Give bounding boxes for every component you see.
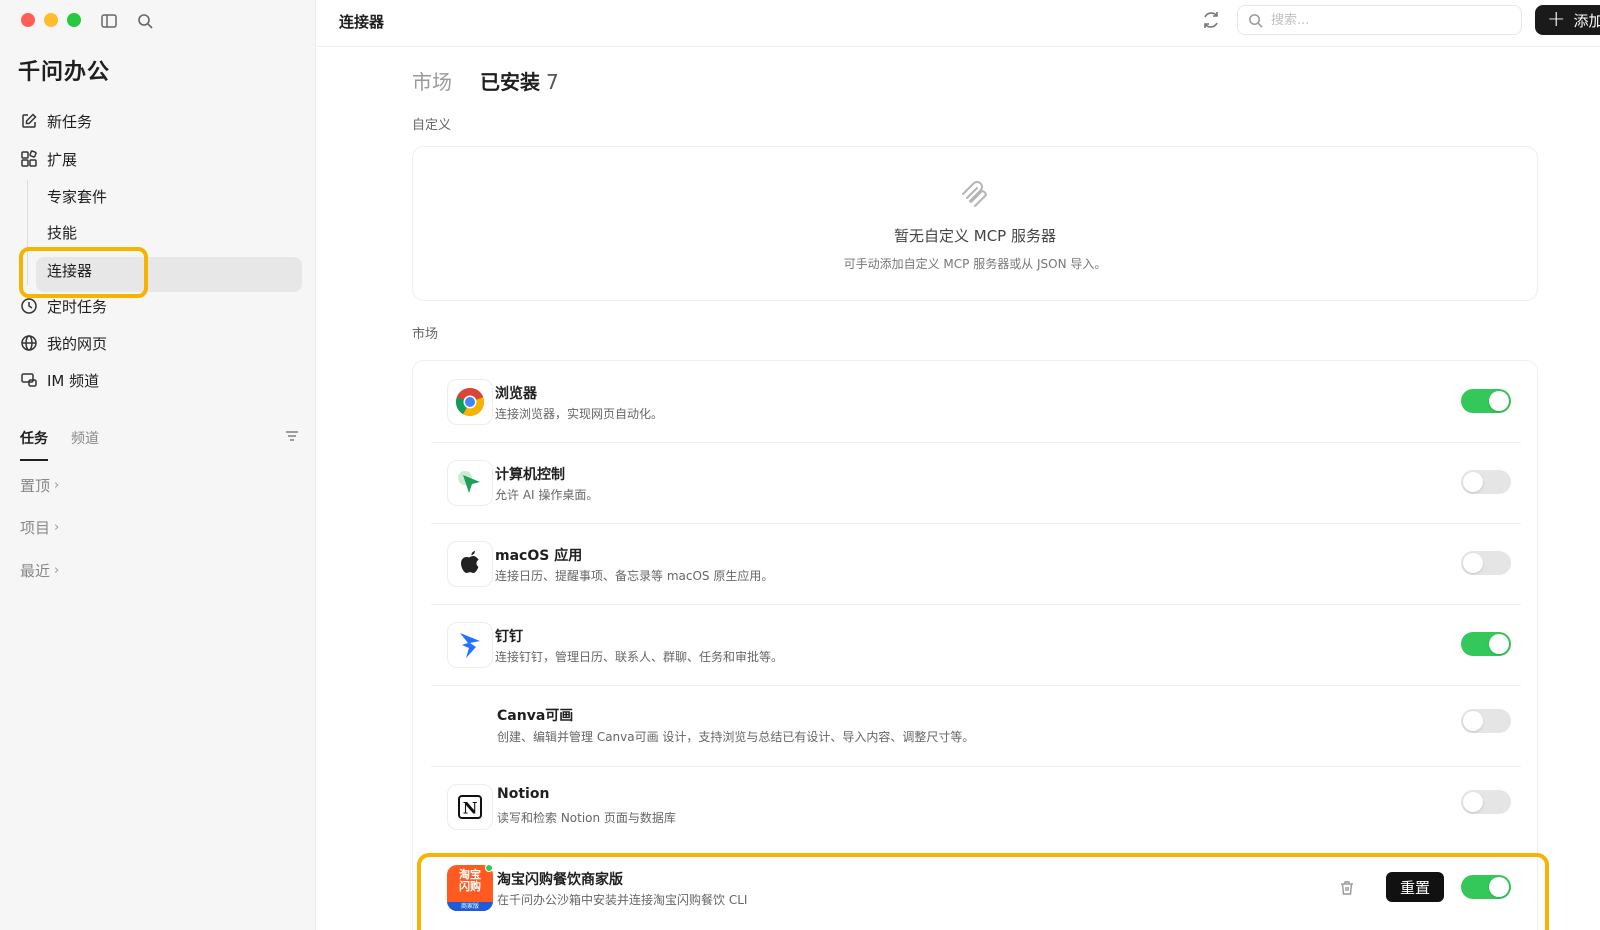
connector-toggle-browser[interactable]: [1461, 389, 1511, 413]
nav-scheduled-label: 定时任务: [47, 297, 108, 316]
connector-row-notion: N Notion 读写和检索 Notion 页面与数据库: [431, 766, 1521, 848]
connectors-highlight-annotation: [19, 247, 148, 298]
connector-toggle-notion[interactable]: [1461, 790, 1511, 814]
sidebar: 千问办公 新任务 扩展 专家套件 技能 连接器 定时任务 我的网页 IM 频道 …: [0, 0, 316, 930]
connector-row-computer-control: 计算机控制 允许 AI 操作桌面。: [431, 442, 1521, 524]
chevron-right-icon: ›: [54, 563, 60, 578]
connector-desc: 连接日历、提醒事项、备忘录等 macOS 原生应用。: [495, 569, 774, 583]
nav-new-task[interactable]: 新任务: [20, 107, 92, 135]
nav-extensions-label: 扩展: [47, 150, 78, 169]
add-button-label: 添加: [1573, 11, 1600, 30]
nav-im-channels[interactable]: IM 频道: [20, 366, 99, 394]
tab-channels[interactable]: 频道: [71, 428, 99, 448]
nav-scheduled-tasks[interactable]: 定时任务: [20, 292, 107, 320]
section-custom-label: 自定义: [412, 118, 452, 133]
window-controls: [21, 13, 81, 27]
nav-my-pages[interactable]: 我的网页: [20, 329, 107, 357]
group-recent[interactable]: 最近 ›: [20, 560, 59, 581]
edit-icon: [22, 113, 37, 128]
taobao-row-highlight-annotation: [417, 853, 1549, 930]
apple-icon: [447, 541, 493, 587]
installed-count: 7: [546, 70, 559, 94]
app-brand: 千问办公: [18, 60, 111, 85]
toggle-knob: [1463, 711, 1483, 731]
connector-desc: 连接钉钉，管理日历、联系人、群聊、任务和审批等。: [495, 650, 784, 664]
section-market-label: 市场: [412, 327, 439, 342]
connector-list: 浏览器 连接浏览器，实现网页自动化。 计算机控制 允许 AI 操作桌面。 mac…: [412, 360, 1538, 930]
nav-im-channels-label: IM 频道: [47, 371, 100, 390]
connector-row-browser: 浏览器 连接浏览器，实现网页自动化。: [431, 361, 1521, 443]
connector-row-canva: Canva可画 创建、编辑并管理 Canva可画 设计，支持浏览与总结已有设计、…: [431, 685, 1521, 767]
search-input[interactable]: [1271, 10, 1511, 30]
minimize-window-button[interactable]: [44, 13, 58, 27]
connector-name: 浏览器: [495, 386, 537, 402]
search-box: [1237, 5, 1522, 35]
connector-row-dingtalk: 钉钉 连接钉钉，管理日历、联系人、群聊、任务和审批等。: [431, 604, 1521, 686]
svg-text:N: N: [463, 799, 478, 818]
custom-mcp-card: 暂无自定义 MCP 服务器 可手动添加自定义 MCP 服务器或从 JSON 导入…: [412, 146, 1538, 301]
zoom-window-button[interactable]: [67, 13, 81, 27]
connector-desc: 创建、编辑并管理 Canva可画 设计，支持浏览与总结已有设计、导入内容、调整尺…: [497, 730, 975, 744]
page-title: 连接器: [339, 13, 385, 31]
plus-icon: +: [1547, 7, 1566, 32]
sidebar-toggle-icon[interactable]: [100, 12, 118, 30]
connector-row-macos-apps: macOS 应用 连接日历、提醒事项、备忘录等 macOS 原生应用。: [431, 523, 1521, 605]
connector-desc: 允许 AI 操作桌面。: [495, 488, 599, 502]
connector-name: 钉钉: [495, 629, 523, 645]
refresh-icon[interactable]: [1201, 10, 1221, 30]
connector-toggle-dingtalk[interactable]: [1461, 632, 1511, 656]
toggle-knob: [1489, 634, 1509, 654]
close-window-button[interactable]: [21, 13, 35, 27]
chrome-icon: [447, 379, 493, 425]
chevron-right-icon: ›: [54, 478, 60, 493]
toggle-knob: [1463, 792, 1483, 812]
tab-tasks-underline: [20, 459, 48, 461]
search-icon[interactable]: [136, 12, 154, 30]
main-tab-installed[interactable]: 已安装 7: [480, 66, 559, 95]
group-projects[interactable]: 项目 ›: [20, 517, 59, 538]
extensions-icon: [21, 150, 37, 167]
nav-new-task-label: 新任务: [47, 112, 93, 131]
add-button[interactable]: + 添加: [1535, 5, 1600, 35]
group-pinned[interactable]: 置顶 ›: [20, 475, 59, 496]
nav-my-pages-label: 我的网页: [47, 334, 108, 353]
chevron-right-icon: ›: [54, 520, 60, 535]
search-icon: [1249, 14, 1263, 28]
group-recent-label: 最近: [20, 562, 51, 580]
empty-state-desc: 可手动添加自定义 MCP 服务器或从 JSON 导入。: [843, 257, 1107, 271]
empty-state-title: 暂无自定义 MCP 服务器: [894, 227, 1056, 245]
notion-icon: N: [447, 784, 493, 830]
sidebar-tabs: 任务 频道: [20, 428, 300, 462]
cursor-icon: [447, 460, 493, 506]
plug-icon: [962, 181, 988, 207]
main-tab-market[interactable]: 市场: [412, 66, 452, 95]
connector-desc: 连接浏览器，实现网页自动化。: [495, 407, 664, 421]
clock-icon: [21, 298, 37, 314]
group-projects-label: 项目: [20, 519, 51, 537]
globe-icon: [21, 335, 37, 351]
connector-name: Notion: [497, 786, 550, 802]
connector-name: macOS 应用: [495, 548, 583, 564]
filter-icon[interactable]: [284, 428, 300, 444]
connector-toggle-canva[interactable]: [1461, 709, 1511, 733]
nav-skills[interactable]: 技能: [47, 218, 77, 246]
top-bar: 连接器 + 添加: [317, 0, 1600, 47]
toggle-knob: [1463, 553, 1483, 573]
connector-toggle-macos-apps[interactable]: [1461, 551, 1511, 575]
chat-icon: [21, 373, 37, 387]
nav-extensions[interactable]: 扩展: [20, 145, 77, 173]
main-tab-installed-label: 已安装: [480, 70, 540, 94]
connector-toggle-computer-control[interactable]: [1461, 470, 1511, 494]
toggle-knob: [1463, 472, 1483, 492]
connector-desc: 读写和检索 Notion 页面与数据库: [497, 811, 676, 825]
connector-name: Canva可画: [497, 708, 574, 724]
toggle-knob: [1489, 391, 1509, 411]
nav-expert-suite[interactable]: 专家套件: [47, 182, 107, 210]
dingtalk-icon: [447, 622, 493, 668]
tab-tasks[interactable]: 任务: [20, 428, 48, 448]
connector-name: 计算机控制: [495, 467, 565, 483]
group-pinned-label: 置顶: [20, 477, 51, 495]
